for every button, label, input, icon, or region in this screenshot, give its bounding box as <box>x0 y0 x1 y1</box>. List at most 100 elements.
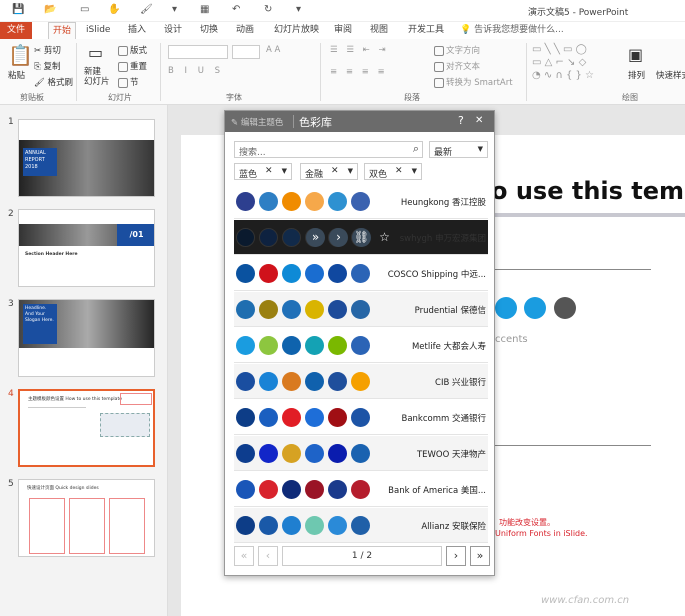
slide-thumbnail-2[interactable]: /01 Section Header Here <box>18 209 155 287</box>
folder-icon[interactable]: 📂 <box>44 4 56 18</box>
color-swatch <box>282 408 301 427</box>
next-page-button[interactable]: › <box>446 546 466 566</box>
color-scheme-row[interactable]: Bank of America 美国... <box>234 472 488 507</box>
redo-icon[interactable]: ↻ <box>264 4 272 18</box>
filter-scheme[interactable]: 双色 ✕ ▼ <box>364 163 422 180</box>
text-direction-button[interactable]: 文字方向 <box>434 44 480 56</box>
copy-button[interactable]: ⎘ 复制 <box>34 60 61 72</box>
last-page-button[interactable]: » <box>470 546 490 566</box>
slide-thumbnail-4[interactable]: 主题模板颜色设置 How to use this template <box>18 389 155 467</box>
font-family-select[interactable] <box>168 45 228 59</box>
clear-icon[interactable]: ✕ <box>265 166 273 176</box>
help-button[interactable]: ? <box>458 114 464 127</box>
tab-design[interactable]: 设计 <box>160 22 186 39</box>
slide-title[interactable]: o use this templ <box>491 177 685 205</box>
thumb-headline-box: Headline. And Your Slogan Here. <box>23 304 57 344</box>
color-scheme-row[interactable]: Allianz 安联保险 <box>234 508 488 543</box>
close-button[interactable]: ✕ <box>475 115 483 126</box>
star-icon[interactable]: ☆ <box>375 228 394 247</box>
clear-icon[interactable]: ✕ <box>395 166 403 176</box>
grid-icon[interactable]: ▦ <box>200 4 209 18</box>
prev-page-button[interactable]: ‹ <box>258 546 278 566</box>
tab-review[interactable]: 审阅 <box>330 22 356 39</box>
link-icon[interactable]: ⛓ <box>352 228 371 247</box>
text-direction-icon <box>434 45 444 56</box>
font-size-select[interactable] <box>232 45 260 59</box>
tab-transitions[interactable]: 切换 <box>196 22 222 39</box>
format-painter-icon[interactable]: 🖌 <box>140 4 153 18</box>
paste-button[interactable]: 粘贴 <box>8 69 25 81</box>
convert-smartart-button[interactable]: 转换为 SmartArt <box>434 76 513 88</box>
sort-select[interactable]: 最新 ▼ <box>429 141 488 158</box>
align-text-button[interactable]: 对齐文本 <box>434 60 480 72</box>
font-style-buttons[interactable]: B I U S <box>168 66 224 76</box>
color-scheme-row[interactable]: Heungkong 香江控股 <box>234 184 488 219</box>
shapes-gallery[interactable]: ▭ ╲ ╲ ▭ ◯ ▭ △ ⌐ ↘ ◇ ◔ ∿ ∩ { } ☆ <box>532 43 594 82</box>
slide-number: 2 <box>8 209 14 219</box>
arrange-icon[interactable]: ▣ <box>628 45 643 64</box>
search-icon[interactable]: ⌕ <box>413 142 419 156</box>
touch-icon[interactable]: ✋ <box>108 4 120 18</box>
tab-animations[interactable]: 动画 <box>232 22 258 39</box>
slide-thumbnail-1[interactable]: ANNUAL REPORT 2018 <box>18 119 155 197</box>
new-slide-button[interactable]: 新建 幻灯片 <box>84 67 110 87</box>
group-label-drawing: 绘图 <box>622 93 638 102</box>
cut-label: 剪切 <box>43 46 61 56</box>
edit-theme-button[interactable]: ✎ 编辑主题色 <box>231 116 283 128</box>
clear-icon[interactable]: ✕ <box>331 166 339 176</box>
tab-home[interactable]: 开始 <box>48 22 77 39</box>
arrange-button[interactable]: 排列 <box>628 69 645 81</box>
more-icon[interactable]: ▾ <box>296 4 301 18</box>
double-chevron-right-icon[interactable]: » <box>306 228 325 247</box>
color-scheme-row[interactable]: TEWOO 天津物产 <box>234 436 488 471</box>
tab-file[interactable]: 文件 <box>0 22 32 39</box>
section-button[interactable]: 节 <box>118 76 139 88</box>
color-scheme-row[interactable]: Prudential 保德信 <box>234 292 488 327</box>
search-input[interactable]: 搜索... <box>239 145 266 158</box>
tab-islide[interactable]: iSlide <box>82 22 114 39</box>
color-swatch <box>236 336 255 355</box>
quick-styles-button[interactable]: 快速样式 <box>656 69 685 81</box>
cut-button[interactable]: ✂ 剪切 <box>34 44 61 56</box>
color-scheme-row[interactable]: Bankcomm 交通银行 <box>234 400 488 435</box>
tab-slideshow[interactable]: 幻灯片放映 <box>270 22 323 39</box>
paste-icon[interactable]: 📋 <box>8 43 33 67</box>
list-buttons[interactable]: ☰ ☰ ⇤ ⇥ <box>330 45 389 55</box>
filter-industry[interactable]: 金融 ✕ ▼ <box>300 163 358 180</box>
color-scheme-row[interactable]: » › ⛓ ☆ swhygh 申万宏源集团 <box>234 220 488 255</box>
color-swatch <box>259 192 278 211</box>
filter-color[interactable]: 蓝色 ✕ ▼ <box>234 163 292 180</box>
slide-thumbnail-3[interactable]: Headline. And Your Slogan Here. <box>18 299 155 377</box>
color-scheme-row[interactable]: COSCO Shipping 中远... <box>234 256 488 291</box>
color-scheme-row[interactable]: CIB 兴业银行 <box>234 364 488 399</box>
layout-button[interactable]: 版式 <box>118 44 147 56</box>
title-underline <box>491 213 685 217</box>
font-size-buttons[interactable]: A A <box>266 45 280 55</box>
tell-me[interactable]: 💡 告诉我您想要做什么... <box>456 22 568 39</box>
slideshow-icon[interactable]: ▭ <box>80 4 89 18</box>
tab-view[interactable]: 视图 <box>366 22 392 39</box>
color-scheme-row[interactable]: Metlife 大都会人寿 <box>234 328 488 363</box>
tab-developer[interactable]: 开发工具 <box>404 22 448 39</box>
page-indicator: 1 / 2 <box>282 546 442 566</box>
thumb-text: And Your <box>25 312 45 317</box>
dropdown-icon[interactable]: ▾ <box>172 4 177 18</box>
color-swatch <box>236 300 255 319</box>
search-box[interactable]: 搜索... ⌕ <box>234 141 423 158</box>
tab-insert[interactable]: 插入 <box>124 22 150 39</box>
color-swatch <box>236 516 255 535</box>
color-swatch <box>328 192 347 211</box>
first-page-button[interactable]: « <box>234 546 254 566</box>
thumb-text: 2018 <box>25 164 38 170</box>
accent-dot <box>524 297 546 319</box>
reset-button[interactable]: 重置 <box>118 60 147 72</box>
format-painter-button[interactable]: 🖌 格式刷 <box>34 76 73 88</box>
save-icon[interactable]: 💾 <box>12 4 24 18</box>
new-slide-icon[interactable]: ▭ <box>88 43 103 62</box>
slide-thumbnail-5[interactable]: 快速设计页面 Quick design slides <box>18 479 155 557</box>
color-swatch <box>259 480 278 499</box>
undo-icon[interactable]: ↶ <box>232 4 240 18</box>
section-label: 节 <box>130 78 139 88</box>
align-buttons[interactable]: ≡ ≡ ≡ ≡ <box>330 67 388 77</box>
chevron-right-icon[interactable]: › <box>329 228 348 247</box>
